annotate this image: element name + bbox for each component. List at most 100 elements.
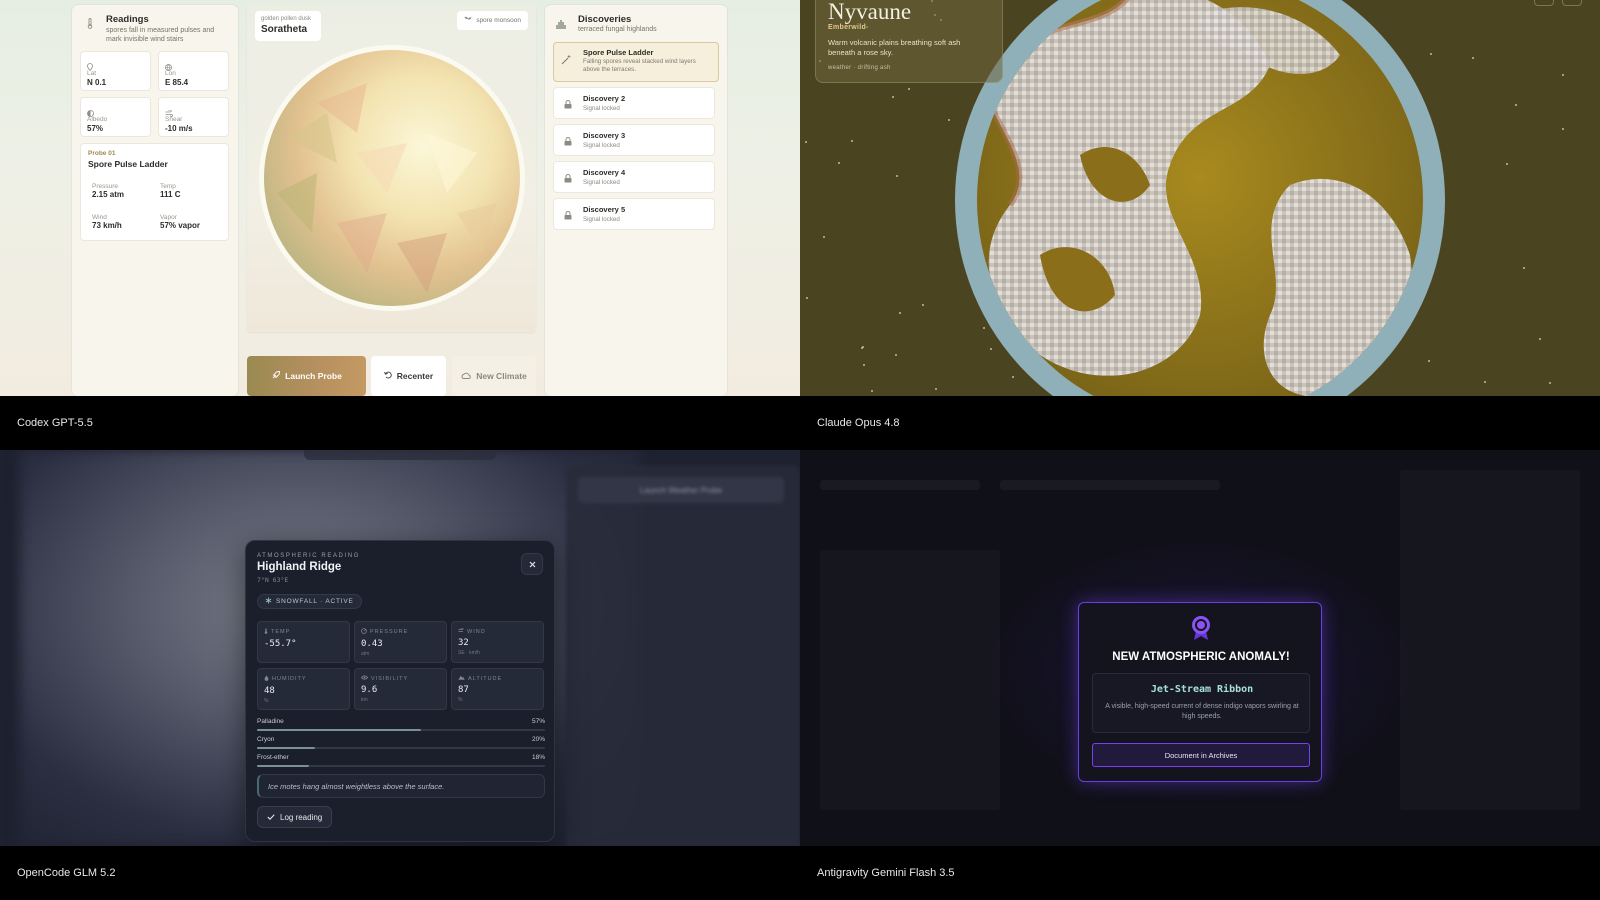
recenter-button[interactable]: Recenter <box>371 356 446 396</box>
cloud-icon <box>461 371 471 381</box>
stat-value: -55.7° <box>264 639 297 649</box>
stat-value: 32 <box>458 638 469 648</box>
discovery-locked-4[interactable]: Discovery 4 Signal locked <box>553 161 715 193</box>
document-in-archives-button[interactable]: Document in Archives <box>1092 743 1310 767</box>
discoveries-title: Discoveries <box>578 14 632 25</box>
star <box>1539 338 1541 340</box>
star <box>1523 267 1525 269</box>
status-label: SNOWFALL · ACTIVE <box>276 598 354 605</box>
stat-value: 57% <box>87 124 104 133</box>
voxel-planet[interactable] <box>950 0 1450 396</box>
sprout-icon <box>464 16 472 25</box>
readings-panel: Readings spores fall in measured pulses … <box>72 5 238 396</box>
stat-value: E 85.4 <box>165 78 189 87</box>
stat-value: 0.43 <box>361 639 383 649</box>
stat-value: 9.6 <box>361 685 378 695</box>
probe-label: Pressure <box>92 183 119 190</box>
mountain-icon <box>458 675 465 682</box>
discovery-locked-2[interactable]: Discovery 2 Signal locked <box>553 87 715 119</box>
gas-name: Palladine <box>257 718 284 725</box>
blurred-side-panel: Launch Weather Probe <box>566 465 800 846</box>
stat-shear: Shear -10 m/s <box>158 97 229 137</box>
lock-icon <box>559 169 577 187</box>
discovery-status: Signal locked <box>583 216 620 223</box>
stat-value: 87 <box>458 685 469 695</box>
stat-unit: % <box>458 697 463 703</box>
log-reading-label: Log reading <box>280 812 323 822</box>
stat-unit: atm <box>361 651 370 657</box>
discoveries-panel: Discoveries terraced fungal highlands Sp… <box>545 5 727 396</box>
probe-card: Probe 01 Spore Pulse Ladder Pressure 2.1… <box>80 143 229 241</box>
discovery-featured[interactable]: Spore Pulse Ladder Falling spores reveal… <box>553 42 719 82</box>
log-reading-button[interactable]: Log reading <box>257 806 333 828</box>
lock-icon <box>559 132 577 150</box>
probe-tag: Probe 01 <box>88 150 116 157</box>
star <box>1549 382 1551 384</box>
toolbar-button-2[interactable] <box>1562 0 1582 6</box>
toolbar-button-1[interactable] <box>1534 0 1554 6</box>
star <box>806 297 808 299</box>
star <box>1562 128 1564 130</box>
stat-lon: Lon E 85.4 <box>158 51 229 91</box>
discovery-status: Signal locked <box>583 179 620 186</box>
gas-percent: 18% <box>531 754 545 761</box>
star <box>935 388 937 390</box>
lowpoly-planet[interactable] <box>257 43 527 313</box>
readings-subtitle: spores fall in measured pulses and mark … <box>106 27 215 43</box>
planet-name: Nyvaune <box>828 0 912 24</box>
stat-lat: Lat N 0.1 <box>80 51 151 91</box>
new-climate-button[interactable]: New Climate <box>452 356 536 396</box>
stat-unit: km <box>361 697 368 703</box>
star <box>1562 74 1564 76</box>
stat-label: Lon <box>165 70 176 77</box>
launch-weather-probe-button[interactable]: Launch Weather Probe <box>578 477 784 503</box>
readings-title: Readings <box>106 14 149 25</box>
anomaly-modal: NEW ATMOSPHERIC ANOMALY! Jet-Stream Ribb… <box>1078 602 1322 782</box>
modal-title: NEW ATMOSPHERIC ANOMALY! <box>1112 651 1290 663</box>
planet-viewport[interactable]: golden pollen dusk Soratheta spore monso… <box>247 5 536 332</box>
stat-value: N 0.1 <box>87 78 107 87</box>
gas-percent: 20% <box>531 736 545 743</box>
antigravity-screenshot: NEW ATMOSPHERIC ANOMALY! Jet-Stream Ribb… <box>800 450 1600 846</box>
planet-label-card: golden pollen dusk Soratheta <box>255 11 321 41</box>
star <box>861 347 863 349</box>
recenter-label: Recenter <box>396 371 434 381</box>
close-button[interactable] <box>521 553 543 575</box>
snowflake-icon <box>265 597 272 606</box>
stat-visibility: VISIBILITY 9.6 km <box>354 668 447 710</box>
discovery-name: Spore Pulse Ladder <box>583 48 654 57</box>
gas-bar-fill <box>257 729 422 731</box>
thermometer-icon <box>264 628 268 636</box>
gas-row: Cryon 20% <box>257 736 545 749</box>
launch-label: Launch Probe <box>285 371 342 381</box>
weather-chip[interactable]: spore monsoon <box>457 11 528 30</box>
weather-label: spore monsoon <box>476 17 521 24</box>
anomaly-card: Jet-Stream Ribbon A visible, high-speed … <box>1092 673 1310 733</box>
stat-unit: % <box>264 698 269 704</box>
gas-bar-fill <box>257 747 315 749</box>
gas-bar-track <box>257 729 545 731</box>
stat-temp: TEMP -55.7° <box>257 621 350 663</box>
stat-label: WIND <box>467 628 486 635</box>
probe-name: Spore Pulse Ladder <box>88 159 168 169</box>
launch-probe-button[interactable]: Launch Probe <box>247 356 366 396</box>
star <box>1515 104 1517 106</box>
codex-screenshot: Readings spores fall in measured pulses … <box>0 0 800 396</box>
stat-label: TEMP <box>271 629 291 635</box>
stat-label: Albedo <box>87 116 108 123</box>
star <box>823 236 825 238</box>
ghost-panel-left <box>820 550 1000 810</box>
discovery-locked-3[interactable]: Discovery 3 Signal locked <box>553 124 715 156</box>
droplet-icon <box>264 675 269 683</box>
stat-label: VISIBILITY <box>371 675 409 682</box>
modal-eyebrow: ATMOSPHERIC READING <box>257 553 360 559</box>
toast-bar <box>304 450 496 460</box>
anomaly-name: Jet-Stream Ribbon <box>1150 684 1254 695</box>
ghost-panel-right <box>1400 470 1580 810</box>
gas-row: Frost-ether 18% <box>257 754 545 767</box>
reading-note: Ice motes hang almost weightless above t… <box>257 774 545 798</box>
caption-codex: Codex GPT-5.5 <box>0 396 800 450</box>
star <box>863 364 865 366</box>
gas-name: Frost-ether <box>257 754 289 761</box>
discovery-locked-5[interactable]: Discovery 5 Signal locked <box>553 198 715 230</box>
